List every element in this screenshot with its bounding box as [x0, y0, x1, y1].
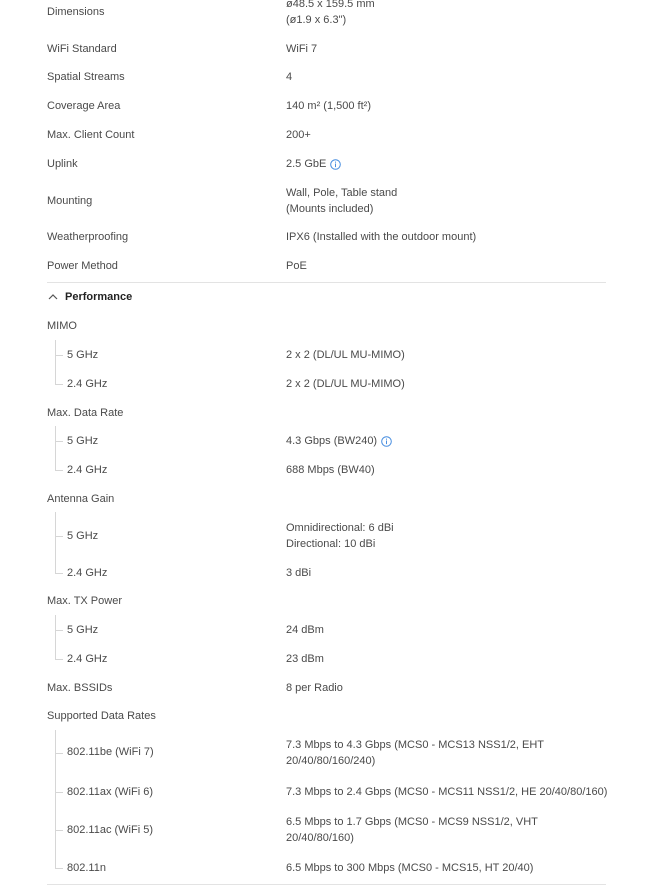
spec-value: WiFi 7	[286, 43, 318, 55]
spec-value: PoE	[286, 260, 307, 272]
section-divider	[47, 282, 606, 283]
tree-line	[55, 730, 56, 869]
sub-label-5ghz: 5 GHz	[67, 530, 99, 542]
group-label-max-tx-power: Max. TX Power	[47, 595, 122, 607]
tree-branch	[55, 868, 63, 869]
spec-label: Uplink	[47, 158, 78, 170]
spec-label: Weatherproofing	[47, 231, 129, 243]
spec-label: Dimensions	[47, 6, 105, 18]
sub-label-2-4ghz: 2.4 GHz	[67, 653, 108, 665]
group-label-max-bssids: Max. BSSIDs	[47, 682, 113, 694]
tree-line	[55, 426, 56, 471]
section-divider	[47, 884, 606, 885]
tree-branch	[55, 441, 63, 442]
spec-label: Mounting	[47, 195, 93, 207]
spec-value: 6.5 Mbps to 300 Mbps (MCS0 - MCS15, HT 2…	[286, 862, 534, 874]
spec-value: IPX6 (Installed with the outdoor mount)	[286, 231, 477, 243]
spec-value: Wall, Pole, Table stand (Mounts included…	[286, 187, 398, 215]
tree-branch	[55, 753, 63, 754]
tree-branch	[55, 384, 63, 385]
spec-value: 2.5 GbE	[286, 156, 342, 172]
tree-branch	[55, 355, 63, 356]
info-icon[interactable]	[330, 158, 342, 170]
group-label-mimo: MIMO	[47, 320, 77, 332]
tree-line	[55, 615, 56, 660]
spec-label: Max. Client Count	[47, 129, 135, 141]
tree-branch	[55, 536, 63, 537]
spec-value: 3 dBi	[286, 567, 312, 579]
performance-section-toggle[interactable]: Performance	[47, 291, 132, 303]
spec-value: 8 per Radio	[286, 682, 343, 694]
sub-label-80211ax: 802.11ax (WiFi 6)	[67, 786, 153, 798]
tree-branch	[55, 470, 63, 471]
tree-branch	[55, 573, 63, 574]
tree-branch	[55, 792, 63, 793]
sub-label-80211n: 802.11n	[67, 862, 106, 874]
sub-label-2-4ghz: 2.4 GHz	[67, 378, 108, 390]
spec-label: WiFi Standard	[47, 43, 117, 55]
info-icon[interactable]	[381, 435, 392, 447]
group-label-max-data-rate: Max. Data Rate	[47, 407, 124, 419]
sub-label-2-4ghz: 2.4 GHz	[67, 464, 108, 476]
spec-value: 4.3 Gbps (BW240)	[286, 433, 392, 449]
spec-value: 4	[286, 71, 293, 83]
group-label-antenna-gain: Antenna Gain	[47, 493, 115, 505]
chevron-up-icon	[48, 294, 58, 300]
sub-label-2-4ghz: 2.4 GHz	[67, 567, 108, 579]
tree-branch	[55, 630, 63, 631]
tree-branch	[55, 830, 63, 831]
spec-value: 140 m² (1,500 ft²)	[286, 100, 371, 112]
tree-branch	[55, 659, 63, 660]
spec-value: 2 x 2 (DL/UL MU-MIMO)	[286, 378, 405, 390]
spec-value: 6.5 Mbps to 1.7 Gbps (MCS0 - MCS9 NSS1/2…	[286, 816, 538, 844]
spec-value: 7.3 Mbps to 4.3 Gbps (MCS0 - MCS13 NSS1/…	[286, 739, 544, 767]
sub-label-5ghz: 5 GHz	[67, 435, 99, 447]
spec-value: 200+	[286, 129, 311, 141]
spec-label: Coverage Area	[47, 100, 121, 112]
spec-value: 2 x 2 (DL/UL MU-MIMO)	[286, 349, 405, 361]
spec-label: Spatial Streams	[47, 71, 125, 83]
spec-value: 7.3 Mbps to 2.4 Gbps (MCS0 - MCS11 NSS1/…	[286, 786, 608, 798]
spec-sheet: Dimensions ø48.5 x 159.5 mm (ø1.9 x 6.3"…	[0, 0, 656, 886]
spec-value: 688 Mbps (BW40)	[286, 464, 375, 476]
sub-label-5ghz: 5 GHz	[67, 349, 99, 361]
spec-value: Omnidirectional: 6 dBi Directional: 10 d…	[286, 522, 394, 550]
tree-line	[55, 512, 56, 574]
section-title: Performance	[65, 291, 133, 303]
sub-label-5ghz: 5 GHz	[67, 624, 99, 636]
spec-label: Power Method	[47, 260, 118, 272]
sub-label-80211be: 802.11be (WiFi 7)	[67, 746, 154, 758]
group-label-supported-data-rates: Supported Data Rates	[47, 710, 156, 722]
tree-line	[55, 340, 56, 385]
spec-value: 24 dBm	[286, 624, 324, 636]
spec-value: 23 dBm	[286, 653, 324, 665]
sub-label-80211ac: 802.11ac (WiFi 5)	[67, 824, 153, 836]
spec-value: ø48.5 x 159.5 mm (ø1.9 x 6.3")	[286, 0, 375, 26]
